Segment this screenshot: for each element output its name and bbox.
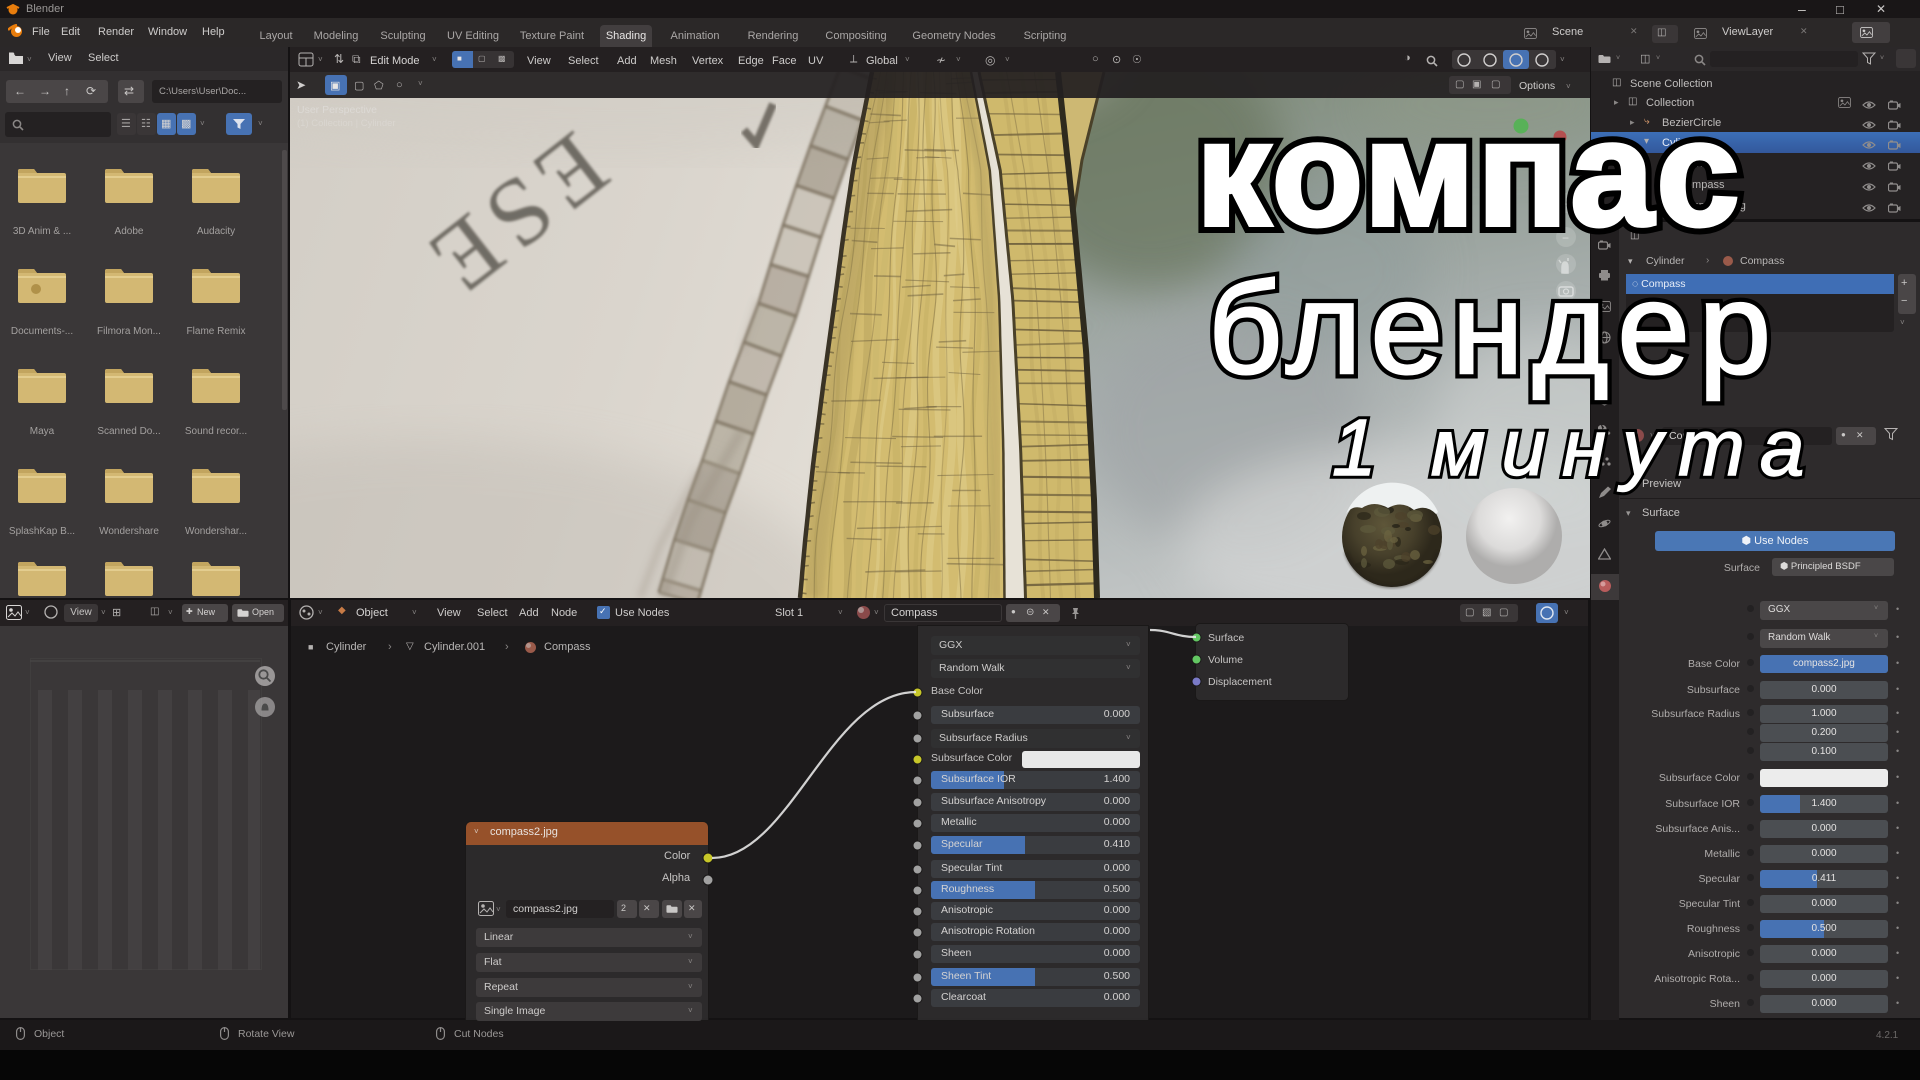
svg-text:−: − bbox=[1562, 231, 1569, 245]
svg-text:+: + bbox=[1561, 197, 1568, 211]
